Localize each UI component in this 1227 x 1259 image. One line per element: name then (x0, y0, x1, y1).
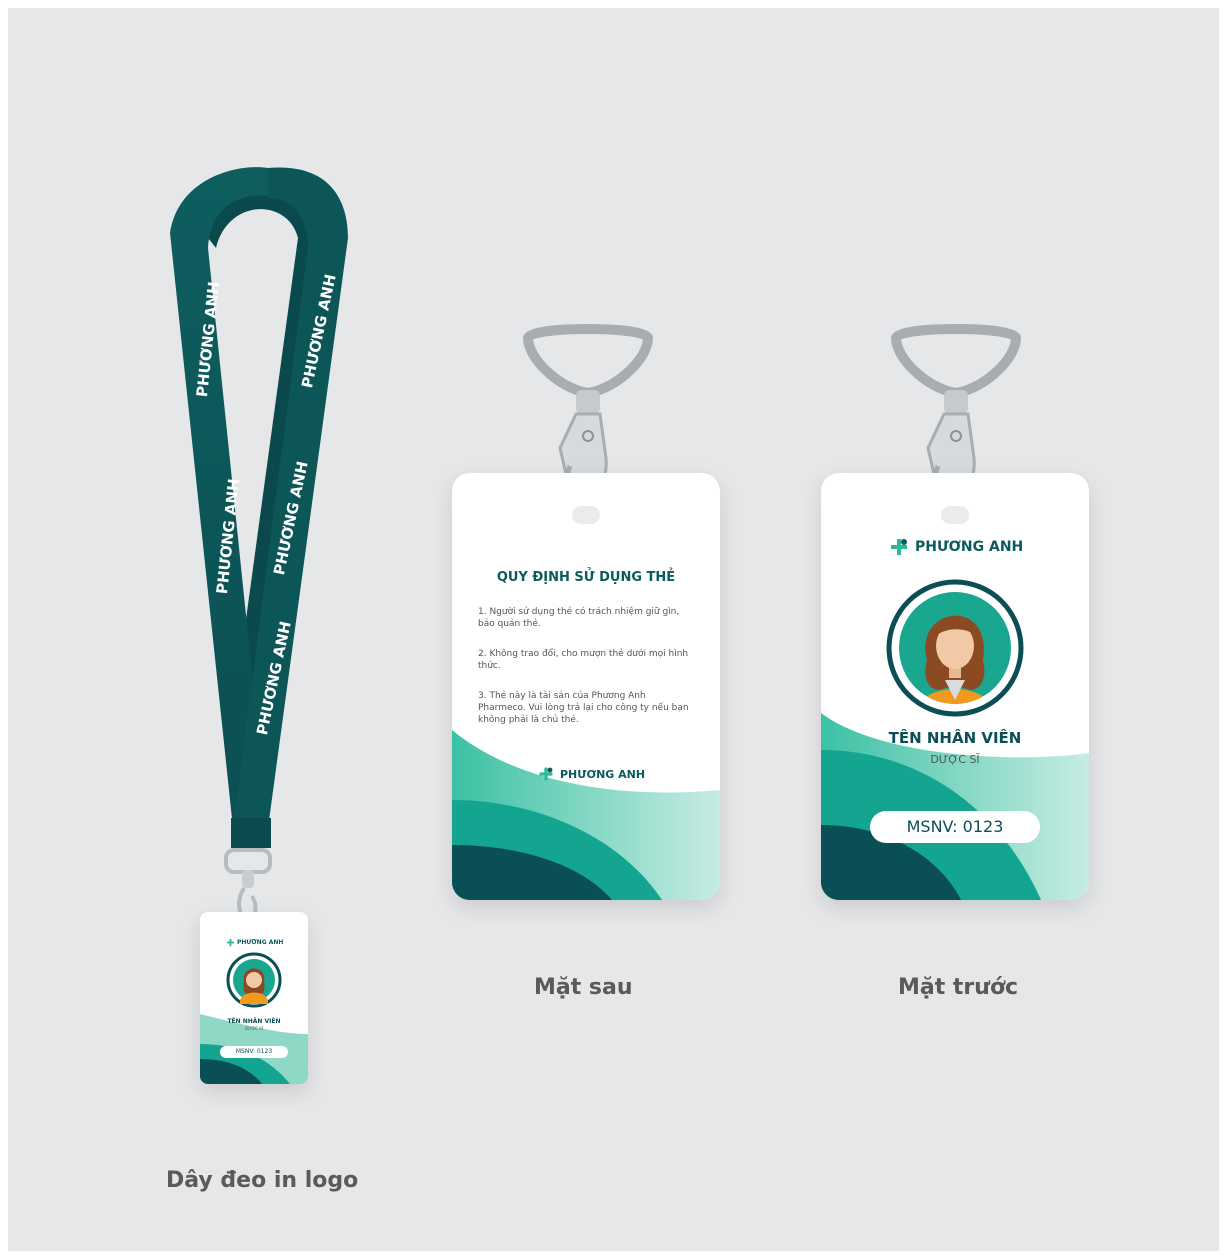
rule-item: 2. Không trao đổi, cho mượn thẻ dưới mọi… (478, 649, 689, 671)
msnv-badge: MSNV: 0123 (870, 811, 1040, 843)
mini-card-role: DƯỢC SĨ (245, 1026, 263, 1031)
plus-leaf-logo-icon (226, 938, 235, 947)
mini-card-brand: PHƯƠNG ANH (226, 938, 283, 947)
plus-leaf-logo-icon (539, 767, 553, 781)
mockup-canvas: PHƯƠNG ANH PHƯƠNG ANH PHƯƠNG ANH PHƯƠNG … (8, 8, 1219, 1251)
rule-item: 3. Thẻ này là tài sản của Phương Anh Pha… (478, 691, 689, 725)
caption-back: Mặt sau (534, 975, 633, 1000)
rules-title: QUY ĐỊNH SỬ DỤNG THẺ (496, 570, 676, 585)
lanyard-strap (170, 167, 348, 848)
mini-card-employee-name: TÊN NHÂN VIÊN (227, 1018, 281, 1025)
back-card-waves (452, 730, 720, 900)
plus-leaf-logo-icon (891, 539, 907, 555)
woman-avatar-icon (886, 579, 1024, 717)
card-slot (941, 506, 969, 524)
woman-avatar-icon (226, 952, 282, 1008)
card-slot (572, 506, 600, 524)
caption-front: Mặt trước (898, 975, 1019, 1000)
rule-item: 1. Người sử dụng thẻ có trách nhiệm giữ … (478, 607, 680, 629)
employee-name: TÊN NHÂN VIÊN (888, 729, 1022, 747)
front-card-brand-name: PHƯƠNG ANH (915, 539, 1024, 555)
lanyard-mini-card: PHƯƠNG ANH TÊN NHÂN VIÊN DƯỢC SĨ MSNV: 0… (200, 912, 308, 1084)
front-card: PHƯƠNG ANH TÊN NHÂN VIÊN DƯỢC SĨ MSNV: 0… (821, 473, 1089, 900)
back-card-brand: PHƯƠNG ANH (538, 766, 645, 782)
mini-card-brand-name: PHƯƠNG ANH (237, 939, 284, 946)
mini-card-msnv: MSNV: 0123 (220, 1046, 288, 1058)
mini-card-waves (200, 1014, 308, 1084)
back-card: QUY ĐỊNH SỬ DỤNG THẺ 1. Người sử dụng th… (452, 473, 720, 900)
employee-role: DƯỢC SĨ (930, 753, 980, 766)
back-card-brand-name: PHƯƠNG ANH (560, 767, 646, 781)
caption-lanyard: Dây đeo in logo (166, 1168, 359, 1193)
front-card-brand: PHƯƠNG ANH (889, 537, 1023, 557)
